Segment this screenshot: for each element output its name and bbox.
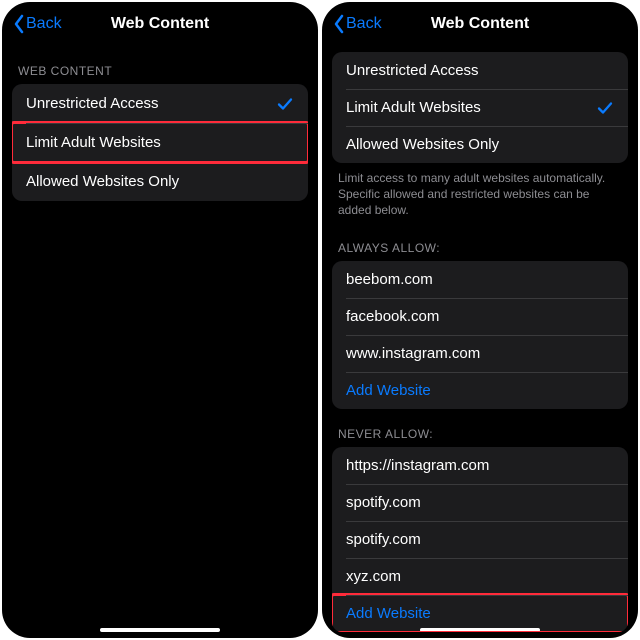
page-title: Web Content bbox=[431, 15, 529, 33]
list-item[interactable]: spotify.com bbox=[332, 484, 628, 521]
navbar: Back Web Content bbox=[2, 2, 318, 46]
site-label: spotify.com bbox=[346, 494, 421, 511]
site-label: beebom.com bbox=[346, 271, 433, 288]
list-item[interactable]: beebom.com bbox=[332, 261, 628, 298]
section-footer: Limit access to many adult websites auto… bbox=[322, 163, 638, 223]
home-indicator[interactable] bbox=[100, 628, 220, 632]
navbar: Back Web Content bbox=[322, 2, 638, 46]
add-website-button[interactable]: Add Website bbox=[332, 372, 628, 409]
option-label: Limit Adult Websites bbox=[346, 99, 481, 116]
list-item[interactable]: www.instagram.com bbox=[332, 335, 628, 372]
site-label: www.instagram.com bbox=[346, 345, 480, 362]
options-group: Unrestricted Access Limit Adult Websites… bbox=[12, 84, 308, 201]
list-item[interactable]: xyz.com bbox=[332, 558, 628, 595]
option-limit-adult[interactable]: Limit Adult Websites bbox=[12, 123, 308, 162]
always-allow-group: beebom.com facebook.com www.instagram.co… bbox=[332, 261, 628, 409]
back-label: Back bbox=[346, 15, 382, 33]
list-item[interactable]: https://instagram.com bbox=[332, 447, 628, 484]
list-item[interactable]: spotify.com bbox=[332, 521, 628, 558]
site-label: https://instagram.com bbox=[346, 457, 489, 474]
chevron-left-icon bbox=[332, 14, 346, 34]
add-website-label: Add Website bbox=[346, 382, 431, 399]
section-header-web-content: WEB CONTENT bbox=[2, 46, 318, 84]
back-label: Back bbox=[26, 15, 62, 33]
option-label: Limit Adult Websites bbox=[26, 134, 161, 151]
page-title: Web Content bbox=[111, 15, 209, 33]
phone-right: Back Web Content Unrestricted Access Lim… bbox=[322, 2, 638, 638]
options-group: Unrestricted Access Limit Adult Websites… bbox=[332, 52, 628, 163]
option-label: Allowed Websites Only bbox=[26, 173, 179, 190]
back-button[interactable]: Back bbox=[332, 14, 382, 34]
checkmark-icon bbox=[596, 99, 614, 117]
chevron-left-icon bbox=[12, 14, 26, 34]
site-label: spotify.com bbox=[346, 531, 421, 548]
checkmark-icon bbox=[276, 95, 294, 113]
site-label: facebook.com bbox=[346, 308, 439, 325]
option-label: Allowed Websites Only bbox=[346, 136, 499, 153]
option-unrestricted[interactable]: Unrestricted Access bbox=[332, 52, 628, 89]
section-header-never-allow: NEVER ALLOW: bbox=[322, 409, 638, 447]
add-website-button[interactable]: Add Website bbox=[332, 595, 628, 632]
back-button[interactable]: Back bbox=[12, 14, 62, 34]
add-website-label: Add Website bbox=[346, 605, 431, 622]
option-label: Unrestricted Access bbox=[346, 62, 479, 79]
never-allow-group: https://instagram.com spotify.com spotif… bbox=[332, 447, 628, 632]
option-unrestricted[interactable]: Unrestricted Access bbox=[12, 84, 308, 123]
option-allowed-only[interactable]: Allowed Websites Only bbox=[332, 126, 628, 163]
list-item[interactable]: facebook.com bbox=[332, 298, 628, 335]
option-allowed-only[interactable]: Allowed Websites Only bbox=[12, 162, 308, 201]
section-header-always-allow: ALWAYS ALLOW: bbox=[322, 223, 638, 261]
option-limit-adult[interactable]: Limit Adult Websites bbox=[332, 89, 628, 126]
site-label: xyz.com bbox=[346, 568, 401, 585]
option-label: Unrestricted Access bbox=[26, 95, 159, 112]
phone-left: Back Web Content WEB CONTENT Unrestricte… bbox=[2, 2, 318, 638]
